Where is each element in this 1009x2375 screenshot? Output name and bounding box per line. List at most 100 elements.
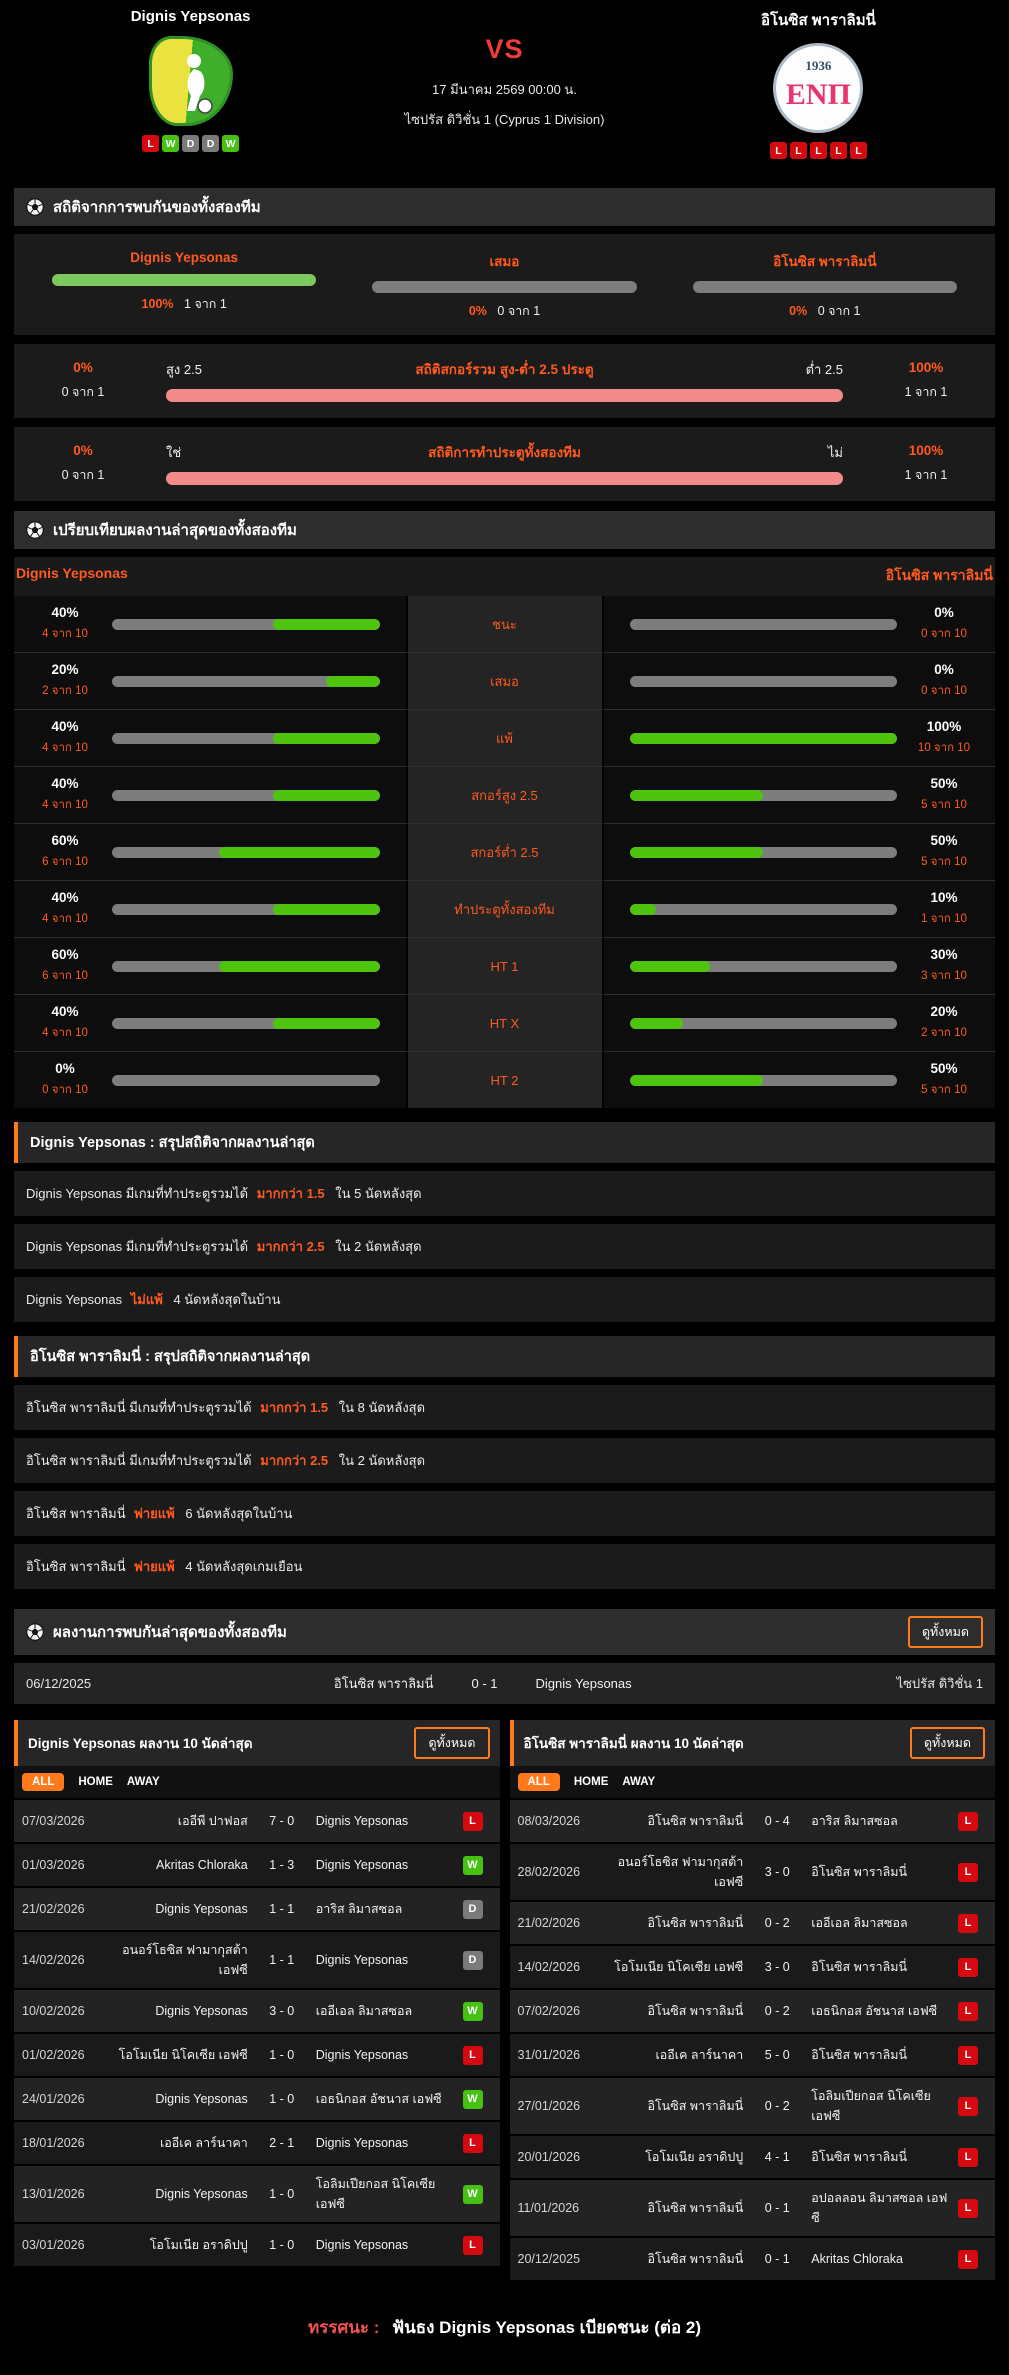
under-percent: 100% [908, 360, 944, 375]
match-date: 21/02/2026 [22, 1902, 85, 1916]
result-badge: L [462, 1811, 483, 1831]
summary-highlight: มากกว่า 1.5 [256, 1186, 325, 1201]
match-row[interactable]: 20/12/2025 อิโนซิส พาราลิมนี่ 0 - 1 Akri… [509, 2236, 995, 2280]
summary-highlight: ไม่แพ้ [130, 1292, 163, 1307]
summary-text-post: ใน 2 นัดหลังสุด [335, 1239, 422, 1254]
tab-all[interactable]: ALL [22, 1773, 65, 1791]
match-preview-page: Dignis Yepsonas L W D D W VS 17 มีนาคม 2… [0, 0, 1009, 2375]
match-away-team: อิโนซิส พาราลิมนี่ [811, 1960, 908, 1974]
h2h-match-row[interactable]: 06/12/2025 อิโนซิส พาราลิมนี่ 0 - 1 Dign… [14, 1663, 995, 1704]
summary-text-post: ใน 5 นัดหลังสุด [335, 1186, 422, 1201]
summary-text-pre: Dignis Yepsonas มีเกมที่ทำประตูรวมได้ [26, 1186, 249, 1201]
match-row[interactable]: 21/02/2026 Dignis Yepsonas 1 - 1 อาริส ล… [14, 1886, 500, 1930]
home-stat-cell: 60% 6 จาก 10 [14, 823, 406, 880]
form-badge: D [202, 135, 220, 152]
view-all-button[interactable]: ดูทั้งหมด [907, 1616, 983, 1648]
summary-text-pre: อิโนซิส พาราลิมนี่ มีเกมที่ทำประตูรวมได้ [26, 1453, 252, 1468]
home-stat-bar [112, 846, 380, 858]
under-label: ต่ำ 2.5 [805, 361, 843, 377]
comparison-row: 20% 2 จาก 10 เสมอ 0% 0 จาก 10 [14, 652, 995, 709]
match-row[interactable]: 21/02/2026 อิโนซิส พาราลิมนี่ 0 - 2 เออี… [509, 1900, 995, 1944]
match-score: 0 - 1 [764, 2252, 790, 2266]
away-stat-cell: 20% 2 จาก 10 [603, 994, 995, 1051]
filter-tabs: ALL HOME AWAY [509, 1766, 995, 1798]
match-row[interactable]: 01/03/2026 Akritas Chloraka 1 - 3 Dignis… [14, 1842, 500, 1886]
home-team-name: Dignis Yepsonas [130, 8, 251, 25]
match-home-team: Akritas Chloraka [156, 1858, 248, 1872]
home-stat-percent: 40% [51, 1004, 79, 1019]
outcome-percent: 0% [468, 304, 487, 318]
away-stat-cell: 0% 0 จาก 10 [603, 596, 995, 652]
match-home-team: อิโนซิส พาราลิมนี่ [647, 2252, 744, 2266]
match-row[interactable]: 20/01/2026 โอโมเนีย อราดิปปู 4 - 1 อิโนซ… [509, 2134, 995, 2178]
home-stat-count: 4 จาก 10 [42, 628, 88, 640]
summary-item: Dignis Yepsonas ไม่แพ้ 4 นัดหลังสุดในบ้า… [14, 1277, 995, 1322]
under-count: 1 จาก 1 [904, 385, 948, 399]
home-stat-count: 4 จาก 10 [42, 742, 88, 754]
h2h-over-under-panel: 0% 0 จาก 1 สูง 2.5 สถิติสกอร์รวม สูง-ต่ำ… [14, 344, 995, 418]
outcome-percent: 100% [141, 297, 174, 311]
home-stat-count: 4 จาก 10 [42, 1027, 88, 1039]
summary-text-pre: Dignis Yepsonas [26, 1292, 123, 1307]
match-row[interactable]: 14/02/2026 อนอร์โธซิส ฟามากุสต้า เอฟซี 1… [14, 1930, 500, 1988]
result-badge: L [958, 1913, 978, 1933]
away-stat-percent: 50% [930, 1061, 958, 1076]
away-stat-percent: 20% [930, 1004, 958, 1019]
h2h-btts-panel: 0% 0 จาก 1 ใช่ สถิติการทำประตูทั้งสองทีม… [14, 427, 995, 501]
comparison-home-team: Dignis Yepsonas [16, 565, 128, 581]
home-stat-percent: 40% [51, 719, 79, 734]
match-row[interactable]: 24/01/2026 Dignis Yepsonas 1 - 0 เอธนิกอ… [14, 2076, 500, 2120]
match-row[interactable]: 01/02/2026 โอโมเนีย นิโคเซีย เอฟซี 1 - 0… [14, 2032, 500, 2076]
home-stat-cell: 20% 2 จาก 10 [14, 652, 406, 709]
stat-label: แพ้ [405, 709, 604, 766]
match-home-team: โอโมเนีย อราดิปปู [645, 2150, 744, 2164]
match-row[interactable]: 07/02/2026 อิโนซิส พาราลิมนี่ 0 - 2 เอธน… [509, 1988, 995, 2032]
home-stat-bar [112, 1017, 380, 1029]
player-silhouette-icon [186, 54, 213, 114]
h2h-outcome-panel: Dignis Yepsonas 100% 1 จาก 1 เสมอ 0% 0 จ… [14, 234, 995, 335]
tab-home[interactable]: HOME [78, 1776, 113, 1788]
match-row[interactable]: 18/01/2026 เออีเค ลาร์นาคา 2 - 1 Dignis … [14, 2120, 500, 2164]
match-header: Dignis Yepsonas L W D D W VS 17 มีนาคม 2… [14, 0, 995, 178]
away-stat-percent: 0% [934, 662, 954, 677]
away-stat-percent: 0% [934, 605, 954, 620]
summary-item: อิโนซิส พาราลิมนี่ มีเกมที่ทำประตูรวมได้… [14, 1385, 995, 1430]
match-row[interactable]: 28/02/2026 อนอร์โธซิส ฟามากุสต้า เอฟซี 3… [509, 1842, 995, 1900]
summary-highlight: พ่ายแพ้ [134, 1559, 175, 1574]
away-stat-bar [629, 618, 897, 630]
view-all-button[interactable]: ดูทั้งหมด [414, 1727, 490, 1759]
away-stat-count: 2 จาก 10 [921, 1027, 967, 1039]
comparison-row: 60% 6 จาก 10 สกอร์ต่ำ 2.5 50% 5 จาก 10 [14, 823, 995, 880]
tab-all[interactable]: ALL [517, 1773, 560, 1791]
tab-home[interactable]: HOME [574, 1776, 609, 1788]
home-stat-bar [112, 903, 380, 915]
match-row[interactable]: 14/02/2026 โอโมเนีย นิโคเซีย เอฟซี 3 - 0… [509, 1944, 995, 1988]
tab-away[interactable]: AWAY [622, 1776, 655, 1788]
match-row[interactable]: 10/02/2026 Dignis Yepsonas 3 - 0 เออีเอล… [14, 1988, 500, 2032]
match-row[interactable]: 03/01/2026 โอโมเนีย อราดิปปู 1 - 0 Digni… [14, 2222, 500, 2266]
tab-away[interactable]: AWAY [127, 1776, 160, 1788]
match-home-team: โอโมเนีย นิโคเซีย เอฟซี [614, 1960, 744, 1974]
result-badge: W [462, 2184, 483, 2204]
result-badge: L [958, 1957, 978, 1977]
result-badge: L [958, 1862, 978, 1882]
match-row[interactable]: 27/01/2026 อิโนซิส พาราลิมนี่ 0 - 2 โอลิ… [509, 2076, 995, 2134]
match-score: 1 - 0 [269, 2238, 295, 2252]
match-date: 07/03/2026 [22, 1814, 85, 1828]
match-date: 20/12/2025 [517, 2252, 581, 2266]
match-row[interactable]: 13/01/2026 Dignis Yepsonas 1 - 0 โอลิมเป… [14, 2164, 500, 2222]
home-stat-cell: 60% 6 จาก 10 [14, 937, 406, 994]
btts-yes-percent: 0% [73, 443, 93, 458]
match-row[interactable]: 31/01/2026 เออีเค ลาร์นาคา 5 - 0 อิโนซิส… [509, 2032, 995, 2076]
match-score: 0 - 4 [764, 1814, 790, 1828]
match-row[interactable]: 07/03/2026 เออีพี ปาฟอส 7 - 0 Dignis Yep… [14, 1798, 500, 1842]
summary-item: อิโนซิส พาราลิมนี่ พ่ายแพ้ 6 นัดหลังสุดใ… [14, 1491, 995, 1536]
result-badge: W [462, 2089, 483, 2109]
match-row[interactable]: 08/03/2026 อิโนซิส พาราลิมนี่ 0 - 4 อาริ… [509, 1798, 995, 1842]
match-date: 24/01/2026 [22, 2092, 85, 2106]
away-stat-bar [629, 903, 897, 915]
summary-highlight: มากกว่า 2.5 [256, 1239, 325, 1254]
form-badge: L [142, 135, 160, 152]
view-all-button[interactable]: ดูทั้งหมด [909, 1727, 985, 1759]
match-row[interactable]: 11/01/2026 อิโนซิส พาราลิมนี่ 0 - 1 อปอล… [509, 2178, 995, 2236]
